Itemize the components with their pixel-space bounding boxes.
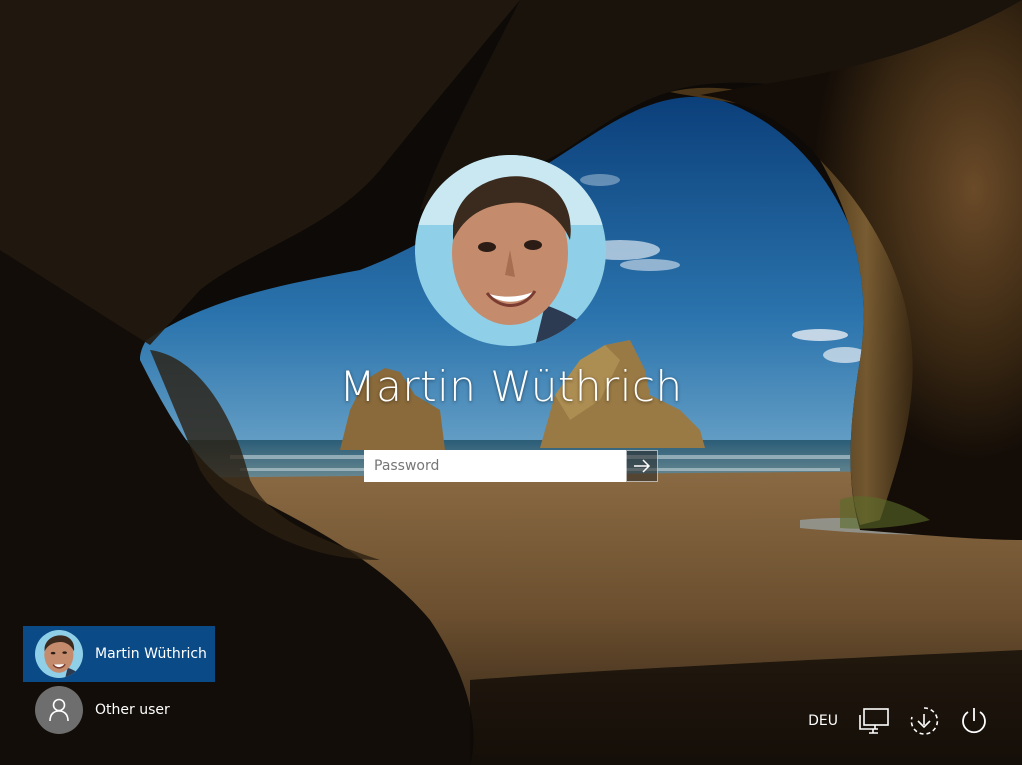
person-icon: [49, 698, 69, 722]
lock-screen: Martin Wüthrich Martin Wüthrich Other us…: [0, 0, 1022, 765]
power-icon: [962, 708, 986, 734]
ease-of-access-button[interactable]: [908, 705, 940, 737]
network-button[interactable]: [858, 705, 890, 737]
ease-of-access-icon: [910, 707, 939, 735]
power-button[interactable]: [958, 705, 990, 737]
username-title: Martin Wüthrich: [339, 362, 683, 411]
user-tile-label: Martin Wüthrich: [95, 646, 207, 662]
submit-button[interactable]: [626, 450, 658, 482]
user-tile-other[interactable]: Other user: [23, 682, 215, 738]
network-icon: [859, 708, 889, 734]
user-tile-label: Other user: [95, 702, 170, 718]
user-list: Martin Wüthrich Other user: [23, 626, 215, 738]
password-input[interactable]: [364, 450, 626, 482]
system-tray: DEU: [808, 704, 990, 738]
arrow-right-icon: [634, 459, 651, 473]
avatar: [35, 686, 83, 734]
password-field-group: [364, 450, 658, 482]
avatar: [35, 630, 83, 678]
language-indicator[interactable]: DEU: [808, 713, 838, 729]
user-avatar-large: [415, 155, 606, 346]
user-tile-martin[interactable]: Martin Wüthrich: [23, 626, 215, 682]
